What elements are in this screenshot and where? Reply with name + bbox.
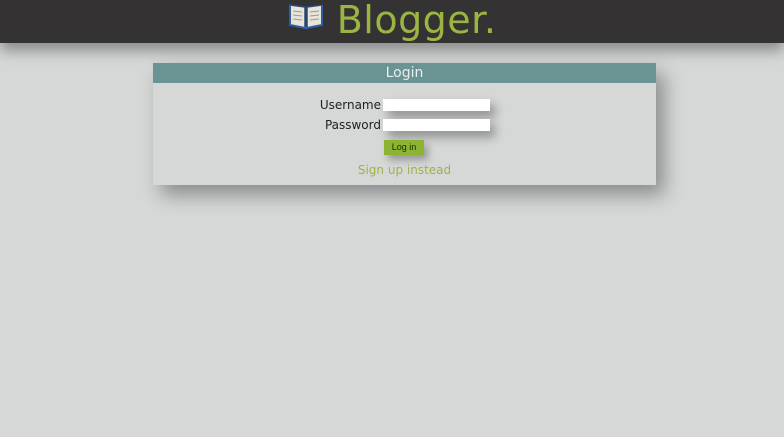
username-row: Username (153, 97, 656, 113)
brand-name[interactable]: Blogger. (337, 0, 497, 46)
top-header: Blogger. (0, 0, 784, 43)
password-row: Password (153, 117, 656, 133)
login-card: Login Username Password Log in Sign up i… (153, 63, 656, 185)
login-title: Login (153, 63, 656, 83)
brand[interactable]: Blogger. (0, 0, 784, 46)
open-book-icon (288, 0, 324, 29)
username-label: Username (319, 98, 381, 112)
password-input[interactable] (383, 119, 490, 131)
sign-up-link[interactable]: Sign up instead (153, 162, 656, 178)
log-in-button[interactable]: Log in (384, 140, 424, 155)
password-label: Password (324, 118, 381, 132)
username-input[interactable] (383, 99, 490, 111)
